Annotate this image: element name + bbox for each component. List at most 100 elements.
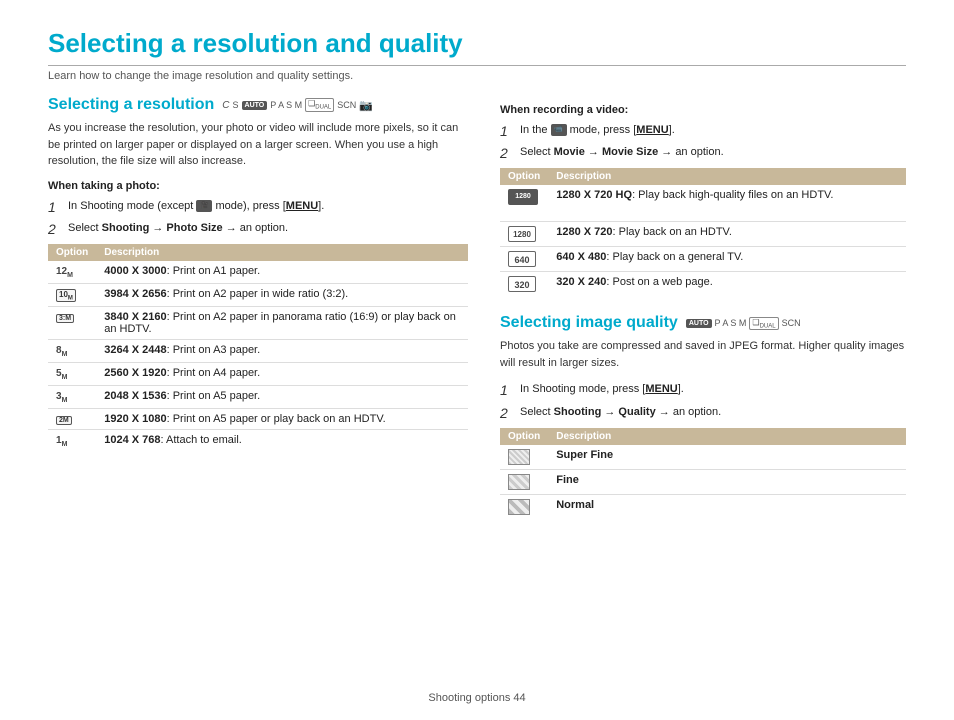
320-icon: 320 bbox=[508, 276, 536, 292]
desc-cell: Super Fine bbox=[548, 445, 906, 470]
desc-cell: 2560 X 1920: Print on A4 paper. bbox=[96, 363, 468, 386]
quality-col-desc-header: Description bbox=[548, 428, 906, 445]
video-camera-icon: 📹 bbox=[551, 124, 567, 136]
table-row: 320 320 X 240: Post on a web page. bbox=[500, 272, 906, 297]
option-cell bbox=[500, 494, 548, 519]
video-step-num-2: 2 bbox=[500, 144, 514, 162]
1280hq-icon: 1280HQ bbox=[508, 189, 538, 205]
quality-step-text-2: Select Shooting → Quality → an option. bbox=[520, 404, 721, 421]
quality-step-1: 1 In Shooting mode, press [MENU]. bbox=[500, 381, 906, 399]
page-subtitle: Learn how to change the image resolution… bbox=[48, 70, 906, 82]
table-row: 10M 3984 X 2656: Print on A2 paper in wi… bbox=[48, 283, 468, 307]
step-num-2: 2 bbox=[48, 220, 62, 238]
quality-step-2: 2 Select Shooting → Quality → an option. bbox=[500, 404, 906, 422]
option-cell: 5M bbox=[48, 363, 96, 386]
photo-table-body: 12M 4000 X 3000: Print on A1 paper. 10M … bbox=[48, 261, 468, 453]
table-row: Fine bbox=[500, 469, 906, 494]
step-text-1: In Shooting mode (except 🎥 mode), press … bbox=[68, 198, 324, 215]
table-row: 1280 1280 X 720: Play back on an HDTV. bbox=[500, 222, 906, 247]
normal-icon bbox=[508, 499, 530, 515]
quality-options-table: Option Description Super Fine bbox=[500, 428, 906, 519]
quality-step-num-2: 2 bbox=[500, 404, 514, 422]
quality-table-body: Super Fine Fine Normal bbox=[500, 445, 906, 519]
option-cell: 1M bbox=[48, 430, 96, 453]
option-cell bbox=[500, 445, 548, 470]
desc-cell: 640 X 480: Play back on a general TV. bbox=[548, 247, 906, 272]
page: Selecting a resolution and quality Learn… bbox=[0, 0, 954, 720]
desc-cell: 3984 X 2656: Print on A2 paper in wide r… bbox=[96, 283, 468, 307]
photo-step-2: 2 Select Shooting → Photo Size → an opti… bbox=[48, 220, 468, 238]
option-cell: 1280 bbox=[500, 222, 548, 247]
desc-cell: 320 X 240: Post on a web page. bbox=[548, 272, 906, 297]
page-title: Selecting a resolution and quality bbox=[48, 28, 906, 66]
desc-cell: 1920 X 1080: Print on A5 paper or play b… bbox=[96, 409, 468, 430]
desc-cell: Fine bbox=[548, 469, 906, 494]
1280-icon: 1280 bbox=[508, 226, 536, 242]
video-step-2: 2 Select Movie → Movie Size → an option. bbox=[500, 144, 906, 162]
menu-key-q1: MENU bbox=[645, 383, 677, 395]
table-row: 3M 2048 X 1536: Print on A5 paper. bbox=[48, 386, 468, 409]
video-step-text-1: In the 📹 mode, press [MENU]. bbox=[520, 122, 675, 139]
option-cell: 2M bbox=[48, 409, 96, 430]
photo-table-head: Option Description bbox=[48, 244, 468, 261]
photo-col-desc-header: Description bbox=[96, 244, 468, 261]
table-row: 8M 3264 X 2448: Print on A3 paper. bbox=[48, 340, 468, 363]
table-row: 2M 1920 X 1080: Print on A5 paper or pla… bbox=[48, 409, 468, 430]
desc-cell: 3264 X 2448: Print on A3 paper. bbox=[96, 340, 468, 363]
quality-heading-text: Selecting image quality bbox=[500, 314, 678, 332]
auto-badge: AUTO bbox=[242, 101, 268, 110]
resolution-heading-text: Selecting a resolution bbox=[48, 96, 214, 114]
quality-heading: Selecting image quality AUTO P A S M ❑DU… bbox=[500, 314, 906, 332]
desc-cell: 1024 X 768: Attach to email. bbox=[96, 430, 468, 453]
option-cell: 640 bbox=[500, 247, 548, 272]
desc-cell: 1280 X 720 HQ: Play back high-quality fi… bbox=[548, 185, 906, 222]
table-row: 1280HQ 1280 X 720 HQ: Play back high-qua… bbox=[500, 185, 906, 222]
option-cell: 8M bbox=[48, 340, 96, 363]
640-icon: 640 bbox=[508, 251, 536, 267]
desc-cell: 3840 X 2160: Print on A2 paper in panora… bbox=[96, 307, 468, 340]
table-row: 640 640 X 480: Play back on a general TV… bbox=[500, 247, 906, 272]
quality-body-text: Photos you take are compressed and saved… bbox=[500, 338, 906, 371]
desc-cell: Normal bbox=[548, 494, 906, 519]
quality-section-gap: Selecting image quality AUTO P A S M ❑DU… bbox=[500, 314, 906, 518]
option-cell: 12M bbox=[48, 261, 96, 284]
option-cell bbox=[500, 469, 548, 494]
step-text-2: Select Shooting → Photo Size → an option… bbox=[68, 220, 288, 237]
resolution-body-text: As you increase the resolution, your pho… bbox=[48, 120, 468, 170]
video-step-num-1: 1 bbox=[500, 122, 514, 140]
video-step-text-2: Select Movie → Movie Size → an option. bbox=[520, 144, 724, 161]
page-footer: Shooting options 44 bbox=[0, 692, 954, 704]
fine-icon bbox=[508, 474, 530, 490]
photo-step-1: 1 In Shooting mode (except 🎥 mode), pres… bbox=[48, 198, 468, 216]
menu-key-v1: MENU bbox=[636, 124, 668, 136]
two-column-layout: Selecting a resolution C S AUTO P A S M … bbox=[48, 96, 906, 519]
resolution-heading: Selecting a resolution C S AUTO P A S M … bbox=[48, 96, 468, 114]
option-cell: 3:M bbox=[48, 307, 96, 340]
table-row: 1M 1024 X 768: Attach to email. bbox=[48, 430, 468, 453]
table-row: 3:M 3840 X 2160: Print on A2 paper in pa… bbox=[48, 307, 468, 340]
desc-cell: 4000 X 3000: Print on A1 paper. bbox=[96, 261, 468, 284]
video-table-head: Option Description bbox=[500, 168, 906, 185]
left-column: Selecting a resolution C S AUTO P A S M … bbox=[48, 96, 468, 519]
superfine-icon bbox=[508, 449, 530, 465]
option-cell: 1280HQ bbox=[500, 185, 548, 222]
resolution-heading-icons: C S AUTO P A S M ❑DUAL SCN 📷 bbox=[222, 98, 373, 112]
menu-key-1: MENU bbox=[286, 200, 318, 212]
step-num-1: 1 bbox=[48, 198, 62, 216]
video-table-body: 1280HQ 1280 X 720 HQ: Play back high-qua… bbox=[500, 185, 906, 296]
video-sub-heading: When recording a video: bbox=[500, 104, 906, 116]
video-options-table: Option Description 1280HQ 1280 X 720 HQ:… bbox=[500, 168, 906, 296]
table-row: 12M 4000 X 3000: Print on A1 paper. bbox=[48, 261, 468, 284]
quality-col-option-header: Option bbox=[500, 428, 548, 445]
quality-step-num-1: 1 bbox=[500, 381, 514, 399]
table-row: 5M 2560 X 1920: Print on A4 paper. bbox=[48, 363, 468, 386]
table-row: Super Fine bbox=[500, 445, 906, 470]
quality-heading-icons: AUTO P A S M ❑DUAL SCN bbox=[686, 317, 801, 331]
option-cell: 320 bbox=[500, 272, 548, 297]
right-column: When recording a video: 1 In the 📹 mode,… bbox=[500, 96, 906, 519]
video-step-1: 1 In the 📹 mode, press [MENU]. bbox=[500, 122, 906, 140]
quality-step-text-1: In Shooting mode, press [MENU]. bbox=[520, 381, 684, 398]
quality-auto-badge: AUTO bbox=[686, 319, 712, 328]
video-col-desc-header: Description bbox=[548, 168, 906, 185]
option-cell: 10M bbox=[48, 283, 96, 307]
